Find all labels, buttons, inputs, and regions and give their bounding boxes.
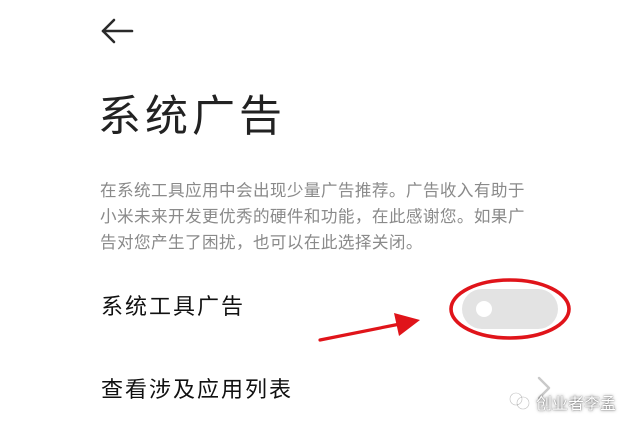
related-apps-list-item[interactable]: 查看涉及应用列表: [101, 372, 293, 404]
toggle-knob: [476, 301, 492, 317]
arrow-left-icon: [101, 18, 134, 44]
annotation-arrow-head: [394, 313, 420, 336]
system-tool-ads-toggle[interactable]: [462, 289, 558, 329]
page-description: 在系统工具应用中会出现少量广告推荐。广告收入有助于 小米未来开发更优秀的硬件和功…: [100, 178, 570, 256]
description-line: 告对您产生了困扰，也可以在此选择关闭。: [100, 233, 423, 252]
annotation-arrow-shaft: [318, 322, 402, 342]
watermark-text: 创业者李孟: [536, 394, 617, 413]
back-button[interactable]: [98, 14, 138, 48]
watermark: 创业者李孟: [508, 388, 634, 414]
page-title: 系统广告: [98, 92, 286, 142]
system-tool-ads-label: 系统工具广告: [101, 295, 246, 320]
wechat-channel-icon: [509, 392, 530, 410]
description-line: 小米未来开发更优秀的硬件和功能，在此感谢您。如果广: [100, 207, 525, 226]
description-line: 在系统工具应用中会出现少量广告推荐。广告收入有助于: [100, 181, 525, 200]
